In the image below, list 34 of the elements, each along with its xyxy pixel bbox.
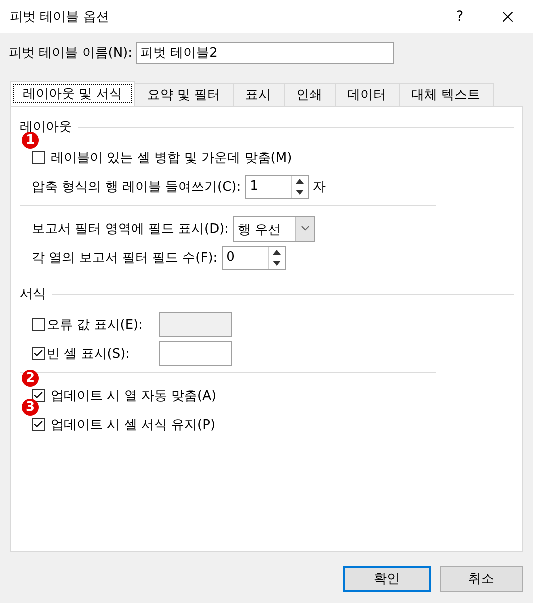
dropdown[interactable]: 행 우선 [233,216,316,242]
dialog-button[interactable]: 취소 [440,566,523,592]
section-title: 서식 [20,286,46,303]
check-icon [33,390,44,401]
checkbox[interactable] [32,418,45,431]
checkbox[interactable] [32,151,45,164]
checkbox-label: 업데이트 시 셀 서식 유지(P) [51,416,216,434]
field-label: 피벗 테이블 이름(N): [9,45,133,62]
field-label: 압축 형식의 행 레이블 들여쓰기(C): [32,178,242,196]
field-label: 각 열의 보고서 필터 필드 수(F): [32,250,218,266]
help-button[interactable]: ? [437,0,483,33]
name-field[interactable]: 피벗 테이블2 [136,42,394,64]
field-label: 보고서 필터 영역에 필드 표시(D): [32,220,230,238]
checkbox-label: 업데이트 시 열 자동 맞춤(A) [51,388,217,404]
input-field[interactable] [159,312,232,337]
checkbox-label: 빈 셀 표시(S): [47,346,130,362]
number-badge: 3 [22,399,39,416]
tab[interactable]: 레이아웃 및 서식 [10,81,136,106]
checkbox[interactable] [32,347,45,360]
spin-field[interactable]: 1 [245,174,310,198]
window-title: 피벗 테이블 옵션 [10,8,110,26]
section-title: 레이아웃 [20,119,72,135]
tab[interactable]: 대체 텍스트 [398,83,494,106]
number-badge: 1 [22,132,39,149]
number-badge: 2 [22,370,39,387]
unit-label: 자 [313,178,326,196]
spin-field[interactable]: 0 [222,246,286,270]
input-field[interactable] [159,341,232,366]
check-icon [33,419,44,430]
dialog-button[interactable]: 확인 [343,566,431,592]
checkbox[interactable] [32,318,45,331]
checkbox-label: 레이블이 있는 셀 병합 및 가운데 맞춤(M) [51,150,292,166]
check-icon [33,348,44,359]
checkbox-label: 오류 값 표시(E): [47,316,144,334]
